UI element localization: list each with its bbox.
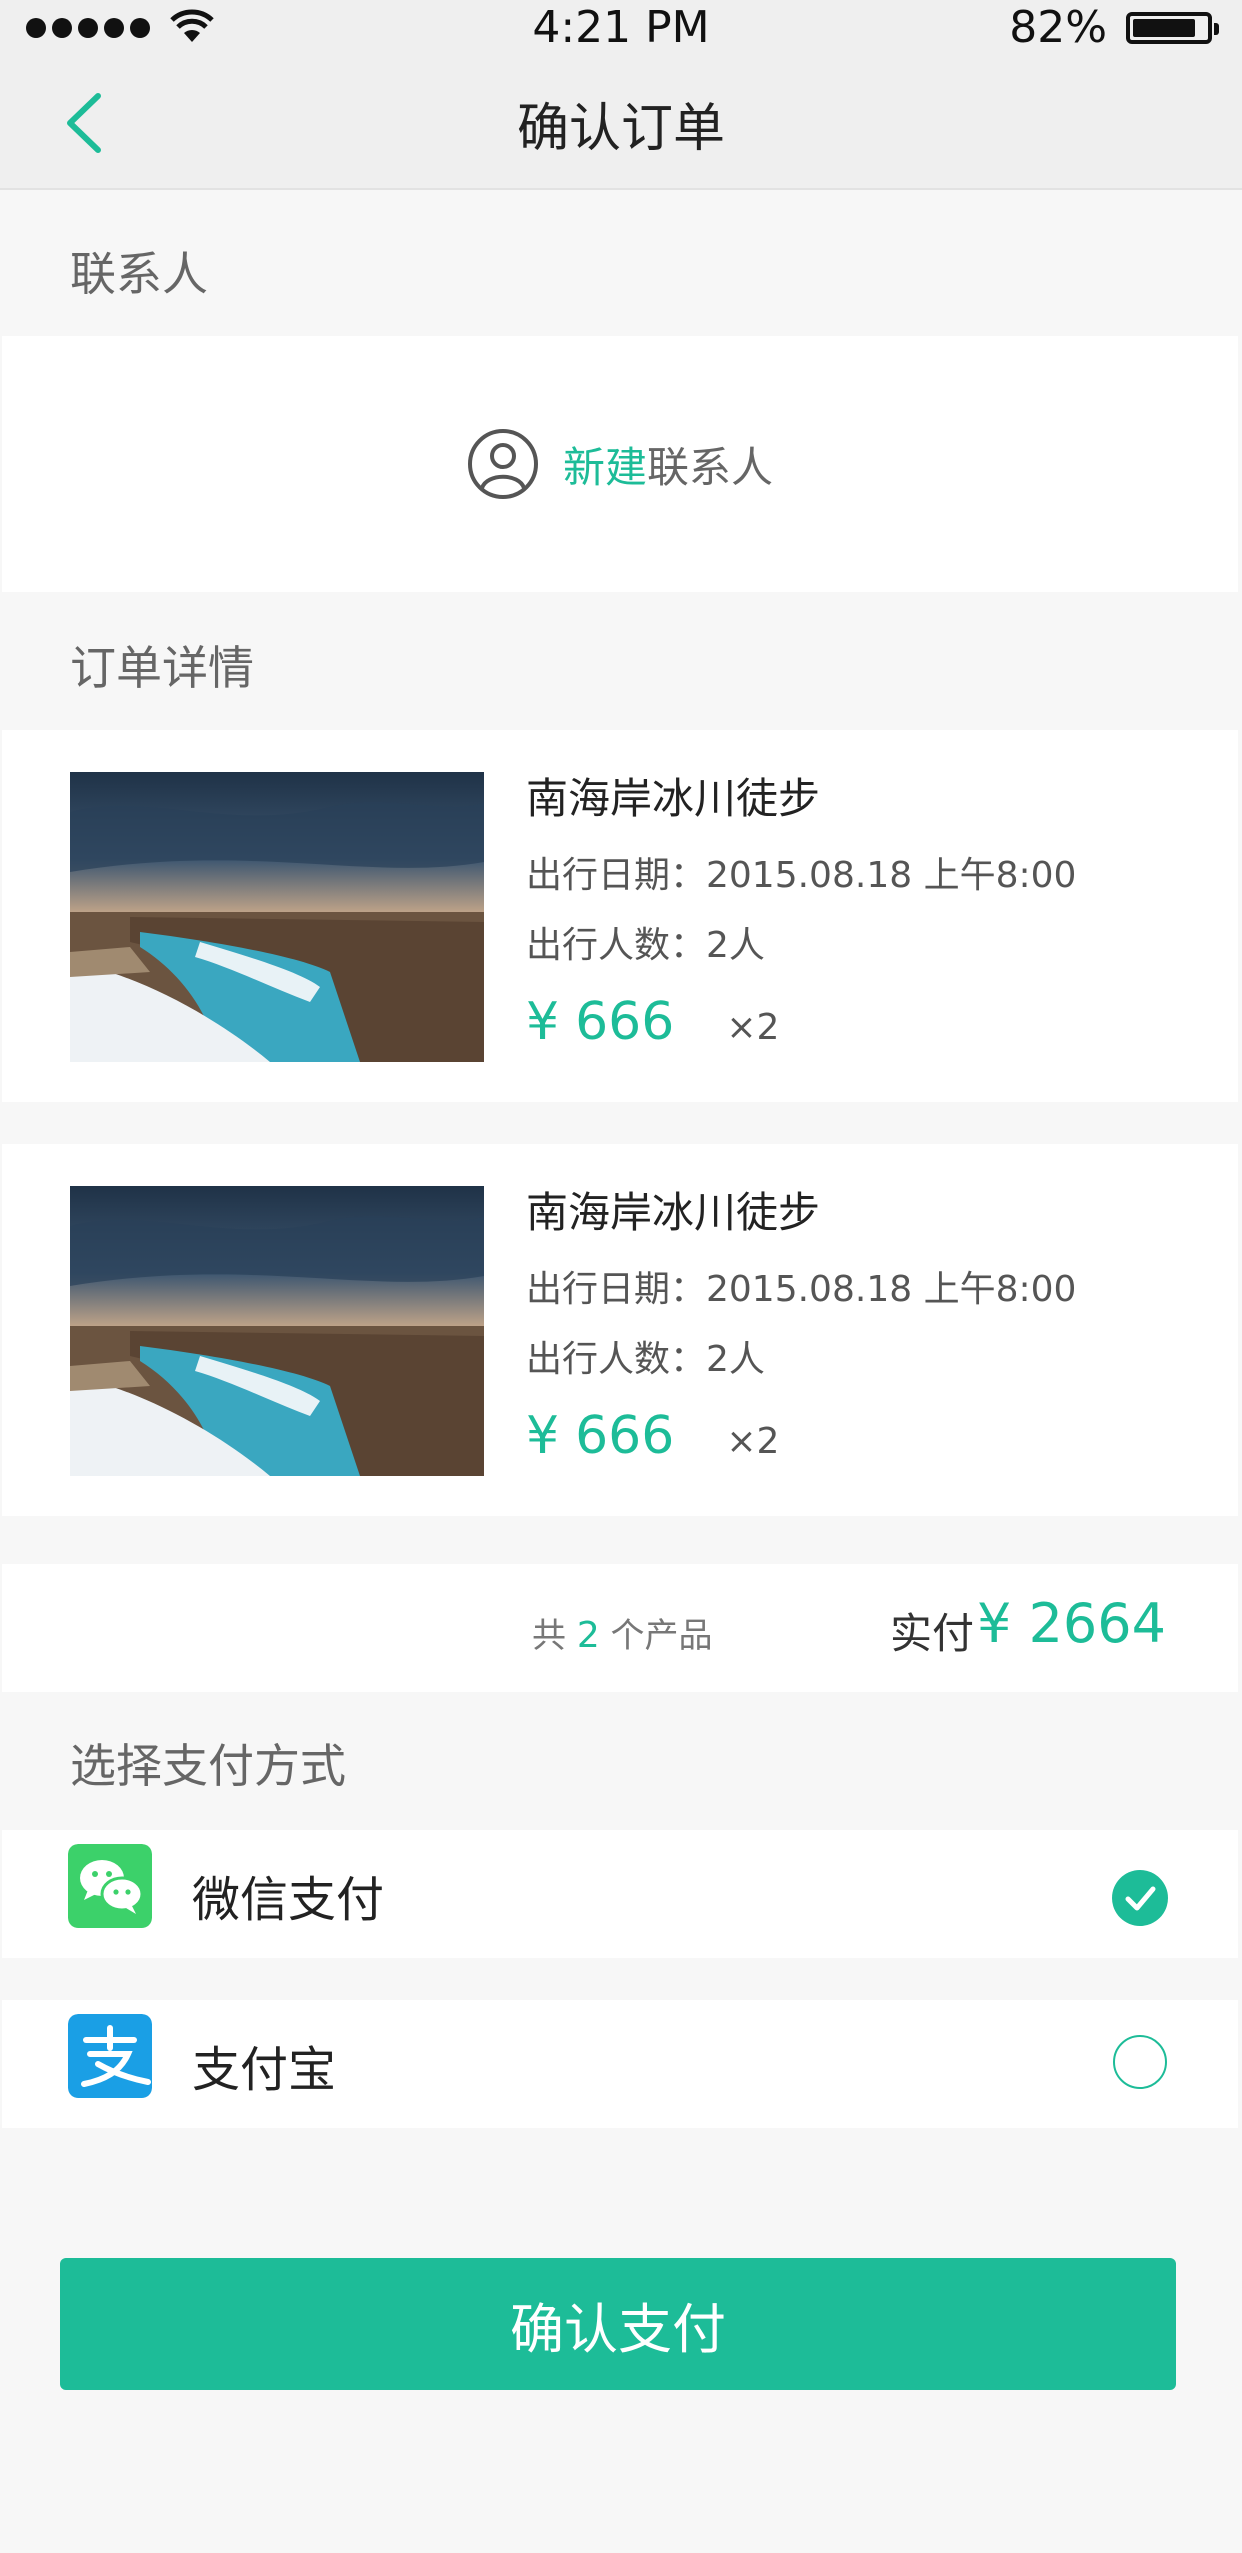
total-value: 2664 (1028, 1592, 1166, 1655)
travel-date: 出行日期：2015.08.18 上午8:00 (526, 855, 1077, 896)
currency-symbol: ¥ (977, 1592, 1012, 1655)
page-title: 确认订单 (516, 99, 725, 159)
payment-option-wechat[interactable]: 微信支付 (2, 1830, 1238, 1958)
order-section-label: 订单详情 (70, 641, 254, 695)
paid-label: 实付 (890, 1609, 975, 1658)
order-summary: 共 2 个产品 实付 ¥ 2664 (2, 1564, 1238, 1692)
checked-radio-icon[interactable] (1112, 1870, 1168, 1926)
product-title: 南海岸冰川徒步 (526, 1188, 821, 1237)
product-title: 南海岸冰川徒步 (526, 774, 821, 823)
new-label: 新建 (562, 442, 647, 492)
quantity: ×2 (726, 1421, 780, 1462)
wechat-pay-icon (68, 1844, 152, 1928)
contact-label: 联系人 (647, 442, 774, 492)
count-suffix: 个产品 (610, 1616, 713, 1656)
product-image (70, 1186, 484, 1476)
unchecked-radio-icon[interactable] (1112, 2034, 1168, 2090)
navigation-bar: 确认订单 (0, 56, 1242, 190)
total-amount: ¥ 2664 (977, 1592, 1166, 1655)
product-count: 共 2 个产品 (532, 1608, 713, 1657)
payment-option-alipay[interactable]: 支付宝 (2, 2000, 1238, 2128)
currency-symbol: ¥ (526, 1406, 560, 1466)
contact-section-label: 联系人 (70, 247, 208, 301)
order-item[interactable]: 南海岸冰川徒步 出行日期：2015.08.18 上午8:00 出行人数：2人 ¥… (2, 730, 1238, 1102)
count-prefix: 共 (532, 1616, 566, 1656)
status-bar: 4:21 PM 82% (0, 0, 1242, 56)
currency-symbol: ¥ (526, 992, 560, 1052)
traveler-count: 出行人数：2人 (526, 1339, 765, 1380)
new-contact-card[interactable]: 新建联系人 (2, 336, 1238, 592)
payment-option-label: 支付宝 (192, 2042, 337, 2098)
payment-option-label: 微信支付 (192, 1872, 385, 1928)
product-price: ¥ 666 ×2 (526, 1406, 1076, 1466)
price-amount: 666 (575, 992, 675, 1052)
count-number: 2 (576, 1615, 600, 1656)
travel-date: 出行日期：2015.08.18 上午8:00 (526, 1269, 1077, 1310)
new-contact-label[interactable]: 新建联系人 (563, 434, 773, 495)
traveler-count: 出行人数：2人 (526, 925, 765, 966)
payment-section-label: 选择支付方式 (70, 1739, 346, 1793)
quantity: ×2 (726, 1007, 780, 1048)
confirm-payment-button[interactable]: 确认支付 (60, 2258, 1176, 2390)
alipay-icon (68, 2014, 152, 2098)
product-price: ¥ 666 ×2 (526, 992, 1076, 1052)
user-icon (467, 429, 538, 499)
product-image (70, 772, 484, 1062)
battery-icon (1126, 12, 1219, 44)
battery-percentage: 82% (1009, 2, 1107, 53)
price-amount: 666 (575, 1406, 675, 1466)
order-item[interactable]: 南海岸冰川徒步 出行日期：2015.08.18 上午8:00 出行人数：2人 ¥… (2, 1144, 1238, 1516)
